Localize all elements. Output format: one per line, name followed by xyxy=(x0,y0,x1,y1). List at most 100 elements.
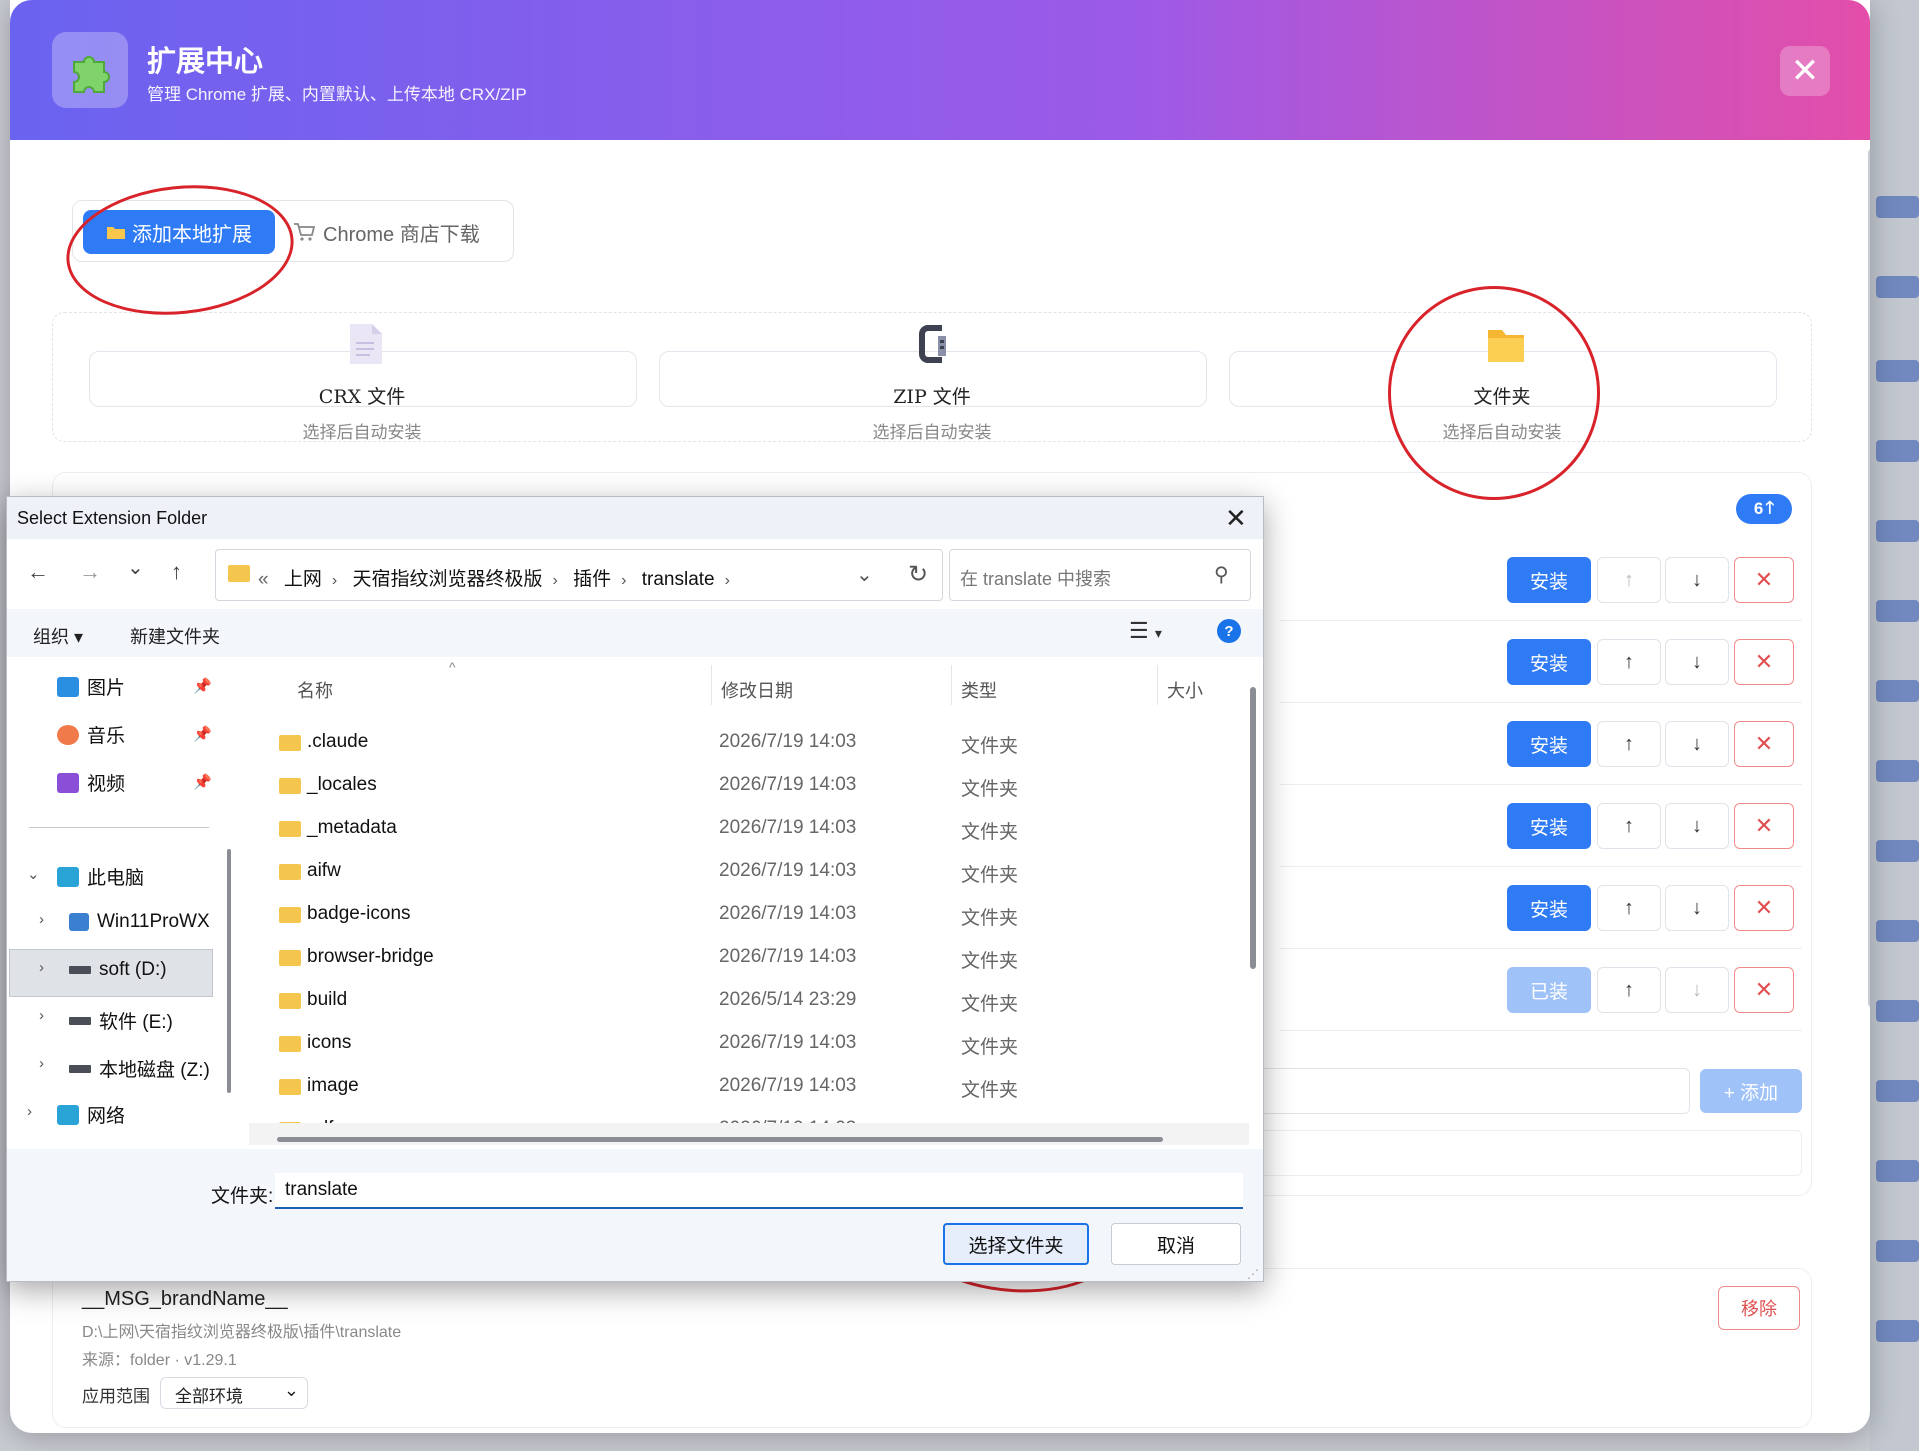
move-up-button[interactable]: ↑ xyxy=(1597,721,1661,767)
column-header-type[interactable]: 类型 xyxy=(961,677,997,703)
file-row[interactable]: .claude 2026/7/19 14:03 文件夹 xyxy=(249,723,1249,763)
move-down-button[interactable]: ↓ xyxy=(1665,639,1729,685)
divider xyxy=(29,827,209,828)
breadcrumb-item[interactable]: 上网 xyxy=(284,569,322,590)
file-row[interactable]: icons 2026/7/19 14:03 文件夹 xyxy=(249,1024,1249,1064)
modal-scrollbar[interactable] xyxy=(1868,148,1870,1008)
chevron-down-icon[interactable]: ⌄ xyxy=(27,865,40,883)
move-down-button[interactable]: ↓ xyxy=(1665,885,1729,931)
chevron-right-icon[interactable]: › xyxy=(27,1103,32,1120)
file-name: badge-icons xyxy=(307,903,411,924)
install-button[interactable]: 安装 xyxy=(1507,557,1591,603)
chevron-down-icon[interactable]: ⌄ xyxy=(127,555,144,580)
install-button[interactable]: 安装 xyxy=(1507,639,1591,685)
delete-button[interactable]: ✕ xyxy=(1734,721,1794,767)
tab-chrome-store[interactable]: Chrome 商店下载 xyxy=(293,210,493,254)
move-down-button[interactable]: ↓ xyxy=(1665,803,1729,849)
file-date: 2026/5/14 23:29 xyxy=(719,989,857,1010)
sidebar-item-pictures[interactable]: 图片 xyxy=(57,673,125,700)
pin-icon[interactable]: 📌 xyxy=(193,725,212,743)
horizontal-scrollbar[interactable] xyxy=(277,1137,1163,1142)
install-button[interactable]: 安装 xyxy=(1507,803,1591,849)
installed-button[interactable]: 已装 xyxy=(1507,967,1591,1013)
pin-icon[interactable]: 📌 xyxy=(193,677,212,695)
sidebar-item-music[interactable]: 音乐 xyxy=(57,721,125,748)
refresh-icon[interactable]: ↻ xyxy=(908,560,928,589)
file-row[interactable]: image 2026/7/19 14:03 文件夹 xyxy=(249,1067,1249,1107)
file-name: aifw xyxy=(307,860,341,881)
sidebar-scrollbar[interactable] xyxy=(227,849,231,1093)
move-down-button[interactable]: ↓ xyxy=(1665,557,1729,603)
resize-grip-icon[interactable]: ⋰ xyxy=(1247,1267,1259,1281)
cancel-button[interactable]: 取消 xyxy=(1111,1223,1241,1265)
add-extension-input[interactable] xyxy=(1220,1068,1690,1114)
move-up-button[interactable]: ↑ xyxy=(1597,803,1661,849)
move-down-button[interactable]: ↓ xyxy=(1665,721,1729,767)
chevron-right-icon[interactable]: › xyxy=(39,1007,44,1024)
delete-button[interactable]: ✕ xyxy=(1734,803,1794,849)
help-icon[interactable]: ? xyxy=(1217,619,1241,643)
file-row[interactable]: _locales 2026/7/19 14:03 文件夹 xyxy=(249,766,1249,806)
file-row[interactable]: _metadata 2026/7/19 14:03 文件夹 xyxy=(249,809,1249,849)
column-header-name[interactable]: 名称 xyxy=(297,677,333,703)
sidebar-item-network[interactable]: 网络 xyxy=(57,1101,125,1128)
view-options-icon[interactable]: ☰ ▾ xyxy=(1129,618,1162,644)
sidebar-item-this-pc[interactable]: 此电脑 xyxy=(57,863,144,890)
file-type: 文件夹 xyxy=(961,865,1019,886)
chevron-right-icon[interactable]: › xyxy=(39,959,44,976)
sidebar-item-drive-z[interactable]: 本地磁盘 (Z:) xyxy=(69,1055,210,1082)
address-bar[interactable]: « 上网 › 天宿指纹浏览器终极版 › 插件 › translate › ⌄ ↻ xyxy=(215,549,943,601)
breadcrumb-item[interactable]: translate xyxy=(642,569,715,590)
install-button[interactable]: 安装 xyxy=(1507,721,1591,767)
breadcrumb-item[interactable]: 插件 xyxy=(573,569,611,590)
scope-label: 应用范围 xyxy=(82,1387,150,1406)
sidebar-item-drive-c[interactable]: Win11ProWX xyxy=(69,911,210,933)
delete-button[interactable]: ✕ xyxy=(1734,639,1794,685)
new-folder-button[interactable]: 新建文件夹 xyxy=(130,623,220,649)
file-row[interactable]: badge-icons 2026/7/19 14:03 文件夹 xyxy=(249,895,1249,935)
move-up-button[interactable]: ↑ xyxy=(1597,639,1661,685)
count-value: 6 xyxy=(1753,499,1764,518)
add-button[interactable]: + 添加 xyxy=(1700,1069,1802,1113)
sidebar-item-drive-e[interactable]: 软件 (E:) xyxy=(69,1007,173,1034)
file-type: 文件夹 xyxy=(961,951,1019,972)
file-row[interactable]: aifw 2026/7/19 14:03 文件夹 xyxy=(249,852,1249,892)
chevron-down-icon[interactable]: ⌄ xyxy=(856,562,873,587)
file-row[interactable]: build 2026/5/14 23:29 文件夹 xyxy=(249,981,1249,1021)
move-down-button[interactable]: ↓ xyxy=(1665,967,1729,1013)
remove-button[interactable]: 移除 xyxy=(1718,1286,1800,1330)
file-row[interactable]: browser-bridge 2026/7/19 14:03 文件夹 xyxy=(249,938,1249,978)
install-button[interactable]: 安装 xyxy=(1507,885,1591,931)
scope-select[interactable]: 全部环境 ⌄ xyxy=(160,1377,308,1409)
chevron-right-icon[interactable]: › xyxy=(39,1055,44,1072)
up-folder-icon[interactable]: ↑ xyxy=(171,559,182,585)
folder-name-input[interactable]: translate xyxy=(275,1173,1243,1209)
column-header-size[interactable]: 大小 xyxy=(1167,677,1203,703)
sidebar-item-drive-d[interactable]: soft (D:) xyxy=(69,959,167,981)
column-header-date[interactable]: 修改日期 xyxy=(721,677,793,703)
cart-icon xyxy=(294,223,315,241)
file-type: 文件夹 xyxy=(961,1080,1019,1101)
delete-button[interactable]: ✕ xyxy=(1734,885,1794,931)
move-up-button[interactable]: ↑ xyxy=(1597,967,1661,1013)
breadcrumb-item[interactable]: 天宿指纹浏览器终极版 xyxy=(352,569,542,590)
delete-button[interactable]: ✕ xyxy=(1734,557,1794,603)
extra-input[interactable] xyxy=(1220,1130,1802,1176)
organize-menu[interactable]: 组织 ▾ xyxy=(33,623,83,649)
folder-icon xyxy=(228,565,250,582)
select-folder-button[interactable]: 选择文件夹 xyxy=(943,1223,1089,1265)
back-icon[interactable]: ← xyxy=(27,559,49,585)
sidebar-item-videos[interactable]: 视频 xyxy=(57,769,125,796)
delete-button[interactable]: ✕ xyxy=(1734,967,1794,1013)
extension-path: D:\上网\天宿指纹浏览器终极版\插件\translate xyxy=(82,1324,402,1341)
breadcrumb-overflow[interactable]: « xyxy=(258,569,269,590)
move-up-button[interactable]: ↑ xyxy=(1597,557,1661,603)
forward-icon[interactable]: → xyxy=(79,559,101,585)
chevron-right-icon[interactable]: › xyxy=(39,911,44,928)
close-button[interactable]: ✕ xyxy=(1780,46,1830,96)
search-input[interactable]: 在 translate 中搜索 ⚲ xyxy=(949,549,1251,601)
dialog-close-icon[interactable]: ✕ xyxy=(1225,503,1247,534)
move-up-button[interactable]: ↑ xyxy=(1597,885,1661,931)
pin-icon[interactable]: 📌 xyxy=(193,773,212,791)
file-list-scrollbar[interactable] xyxy=(1250,687,1256,969)
